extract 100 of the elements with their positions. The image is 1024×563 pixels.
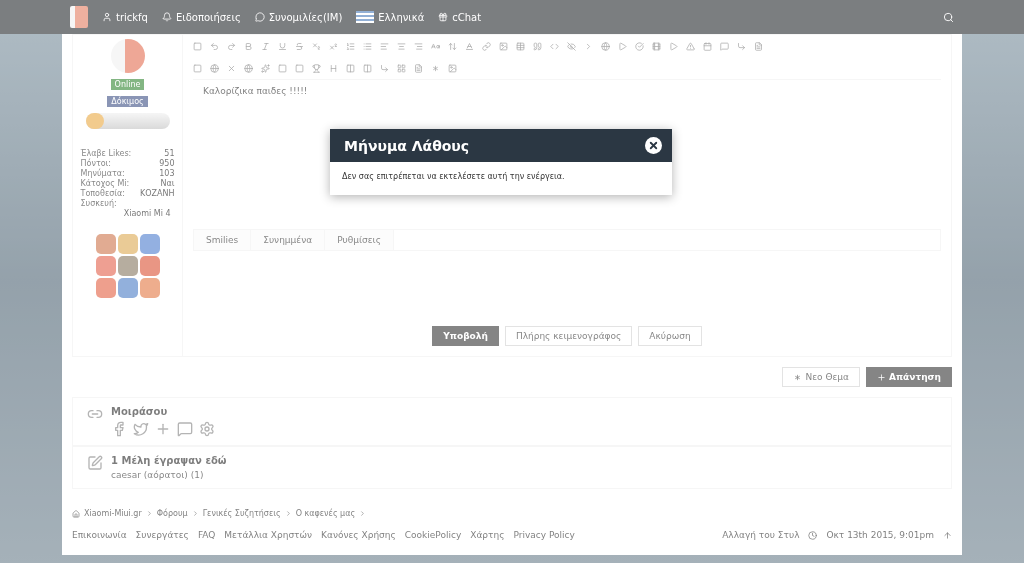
reply-button[interactable]: Απάντηση: [866, 367, 952, 387]
play-icon[interactable]: [618, 41, 627, 51]
bold-icon[interactable]: [244, 41, 253, 51]
sparkle-icon[interactable]: [261, 63, 270, 73]
settings-icon[interactable]: [199, 421, 215, 437]
top-nav-link[interactable]: Ελληνικά: [356, 11, 425, 23]
redo-icon[interactable]: [227, 41, 236, 51]
new-thread-button[interactable]: Νεο Θεμα: [782, 367, 861, 387]
arrow-icon[interactable]: [380, 63, 389, 73]
award-badge-icon: [117, 278, 138, 298]
align-right-icon[interactable]: [414, 41, 423, 51]
square-icon[interactable]: [193, 63, 202, 73]
share-title: Μοιράσου: [111, 406, 169, 417]
globe-icon[interactable]: [601, 41, 610, 51]
edit-icon: [87, 455, 103, 471]
strikethrough-icon[interactable]: [295, 41, 304, 51]
heading-icon[interactable]: [329, 63, 338, 73]
award-badge-icon: [139, 256, 160, 276]
footer-link[interactable]: Χάρτης: [470, 530, 505, 540]
top-nav-link[interactable]: Συνομιλίες(IM): [254, 11, 343, 23]
warning-icon[interactable]: [686, 41, 695, 51]
current-time: Οκτ 13th 2015, 9:01pm: [826, 530, 934, 540]
arrow-icon[interactable]: [737, 41, 746, 51]
plus-icon: [877, 372, 887, 382]
members-list: caesar (αόρατοι) (1): [111, 470, 227, 480]
undo-icon[interactable]: [210, 41, 219, 51]
style-switch-link[interactable]: Αλλαγή του Στυλ: [722, 530, 800, 540]
chevron-icon[interactable]: [584, 41, 593, 51]
close-icon[interactable]: [227, 63, 236, 73]
footer-link[interactable]: Μετάλλια Χρηστών: [224, 530, 313, 540]
bell-icon: [161, 12, 172, 22]
top-nav-link[interactable]: cChat: [438, 11, 482, 23]
close-button[interactable]: [645, 137, 662, 154]
play-icon[interactable]: [669, 41, 678, 51]
editor-button[interactable]: Υποβολή: [432, 326, 499, 346]
image-icon[interactable]: [448, 63, 457, 73]
editor-button[interactable]: Ακύρωση: [638, 326, 702, 346]
user-rank: Δόκιμος: [107, 96, 148, 107]
top-nav-link[interactable]: trickfq: [102, 11, 148, 23]
bullet-list-icon[interactable]: [363, 41, 372, 51]
checkbox-icon[interactable]: [193, 41, 202, 51]
font-icon[interactable]: [431, 41, 440, 51]
dialog-message: Δεν σας επιτρέπεται να εκτελέσετε αυτή την ενέργεια.: [341, 170, 566, 183]
trophy-icon[interactable]: [312, 63, 321, 73]
award-badge-icon: [117, 234, 138, 254]
document-icon[interactable]: [414, 63, 423, 73]
speech-bubble-icon[interactable]: [720, 41, 729, 51]
square-icon[interactable]: [278, 63, 287, 73]
subscript-icon[interactable]: [312, 41, 321, 51]
calendar-icon[interactable]: [703, 41, 712, 51]
image-icon[interactable]: [499, 41, 508, 51]
chevron-icon: [284, 510, 292, 517]
breadcrumb-link[interactable]: Φόρουμ: [156, 509, 188, 518]
align-left-icon[interactable]: [380, 41, 389, 51]
grid-icon[interactable]: [397, 63, 406, 73]
underline-icon[interactable]: [278, 41, 287, 51]
code-icon[interactable]: [550, 41, 559, 51]
asterisk-icon: [793, 372, 803, 382]
italic-icon[interactable]: [261, 41, 270, 51]
align-center-icon[interactable]: [397, 41, 406, 51]
breadcrumb-link[interactable]: Xiaomi-Miui.gr: [84, 509, 142, 518]
close-icon: [648, 140, 659, 151]
arrow-up-icon[interactable]: [943, 530, 952, 540]
award-badge-icon: [95, 234, 116, 254]
font-size-icon[interactable]: [448, 41, 457, 51]
check-icon[interactable]: [635, 41, 644, 51]
columns-icon[interactable]: [346, 63, 355, 73]
link-icon[interactable]: [482, 41, 491, 51]
numbered-list-icon[interactable]: [346, 41, 355, 51]
award-badge-icon: [95, 256, 116, 276]
globe-icon[interactable]: [244, 63, 253, 73]
hidden-icon[interactable]: [567, 41, 576, 51]
video-icon[interactable]: [652, 41, 661, 51]
footer-link[interactable]: FAQ: [197, 530, 216, 540]
breadcrumb-link[interactable]: Ο καφενές μας: [295, 509, 356, 518]
superscript-icon[interactable]: [329, 41, 338, 51]
footer-link[interactable]: Privacy Policy: [513, 530, 575, 540]
stat-value: Ναι: [160, 179, 175, 188]
square-icon[interactable]: [295, 63, 304, 73]
award-badge-icon: [139, 278, 160, 298]
footer-link[interactable]: CookiePolicy: [404, 530, 462, 540]
columns-icon[interactable]: [363, 63, 372, 73]
quote-icon[interactable]: [533, 41, 542, 51]
editor-button[interactable]: Πλήρης κειμενογράφος: [504, 326, 633, 346]
home-icon[interactable]: [72, 509, 80, 518]
members-title: 1 Μέλη έγραψαν εδώ: [111, 455, 227, 466]
footer-link[interactable]: Κανόνες Χρήσης: [321, 530, 396, 540]
twitter-icon[interactable]: [133, 421, 149, 437]
search-icon[interactable]: [943, 11, 954, 23]
top-nav-link[interactable]: Ειδοποιήσεις: [161, 11, 241, 23]
text-color-icon[interactable]: [465, 41, 474, 51]
document-icon[interactable]: [754, 41, 763, 51]
chevron-icon: [191, 510, 199, 517]
footer-link[interactable]: Επικοινωνία: [72, 530, 127, 540]
footer-link[interactable]: Συνεργάτες: [135, 530, 189, 540]
table-icon[interactable]: [516, 41, 525, 51]
flag-icon: [356, 11, 375, 23]
breadcrumb-link[interactable]: Γενικές Συζητήσεις: [202, 509, 281, 518]
chevron-icon: [359, 510, 367, 517]
site-logo[interactable]: [70, 6, 88, 28]
